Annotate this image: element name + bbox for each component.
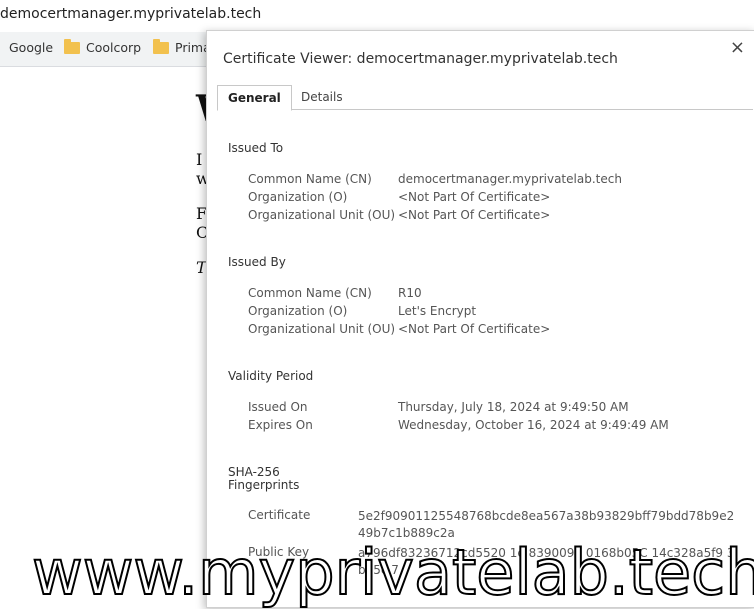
close-icon[interactable]: × bbox=[730, 37, 745, 58]
field-value: Thursday, July 18, 2024 at 9:49:50 AM bbox=[398, 400, 629, 414]
field-label: Organization (O) bbox=[248, 304, 348, 318]
general-tab-content: Issued To Common Name (CN) democertmanag… bbox=[207, 111, 754, 607]
field-value: R10 bbox=[398, 286, 422, 300]
dialog-title: Certificate Viewer: democertmanager.mypr… bbox=[223, 51, 618, 67]
background-text-fragment: I bbox=[196, 150, 203, 169]
folder-icon bbox=[153, 38, 169, 54]
field-value: <Not Part Of Certificate> bbox=[398, 322, 551, 336]
field-label: Organizational Unit (OU) bbox=[248, 322, 396, 336]
bookmark-label: Coolcorp bbox=[86, 40, 142, 55]
field-value: Wednesday, October 16, 2024 at 9:49:49 A… bbox=[398, 418, 669, 432]
section-heading-issued-to: Issued To bbox=[228, 141, 284, 155]
field-label: Expires On bbox=[248, 418, 313, 432]
watermark: www.myprivatelab.tech bbox=[31, 535, 754, 609]
address-bar-url[interactable]: democertmanager.myprivatelab.tech bbox=[0, 6, 261, 22]
tab-general[interactable]: General bbox=[217, 85, 292, 111]
section-heading-issued-by: Issued By bbox=[228, 255, 286, 269]
field-label: Issued On bbox=[248, 400, 308, 414]
bookmark-prima[interactable]: Prima bbox=[153, 38, 211, 55]
field-value: democertmanager.myprivatelab.tech bbox=[398, 172, 622, 186]
field-label: Common Name (CN) bbox=[248, 286, 372, 300]
bookmark-coolcorp[interactable]: Coolcorp bbox=[64, 38, 142, 55]
field-label: Organization (O) bbox=[248, 190, 348, 204]
tab-details[interactable]: Details bbox=[291, 85, 353, 109]
certificate-viewer-dialog: Certificate Viewer: democertmanager.mypr… bbox=[206, 30, 754, 608]
section-heading-validity: Validity Period bbox=[228, 369, 314, 383]
tab-bar: General Details bbox=[217, 85, 753, 111]
field-value: <Not Part Of Certificate> bbox=[398, 208, 551, 222]
field-value: Let's Encrypt bbox=[398, 304, 477, 318]
field-label: Common Name (CN) bbox=[248, 172, 372, 186]
bookmark-google[interactable]: Google bbox=[9, 40, 53, 55]
folder-icon bbox=[64, 38, 80, 54]
section-heading-sha256: SHA-256 bbox=[228, 465, 280, 479]
field-value: <Not Part Of Certificate> bbox=[398, 190, 551, 204]
section-heading-fingerprints: Fingerprints bbox=[228, 478, 300, 492]
field-label: Certificate bbox=[248, 508, 311, 522]
bookmark-label: Google bbox=[9, 40, 54, 55]
field-label: Organizational Unit (OU) bbox=[248, 208, 396, 222]
